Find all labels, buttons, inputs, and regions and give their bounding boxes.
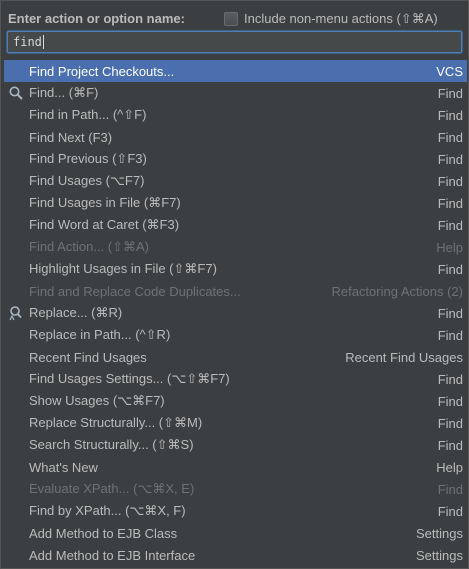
action-list-item[interactable]: Find and Replace Code Duplicates... Refac… — [4, 280, 467, 302]
action-name: Find Project Checkouts... — [29, 63, 175, 79]
action-group: Find — [437, 393, 463, 409]
action-name: Add Method to EJB Class — [29, 525, 178, 541]
action-group: VCS — [436, 63, 463, 79]
action-list-item[interactable]: Find... (⌘F) Find — [4, 82, 467, 104]
action-list-item[interactable]: Find by XPath... (⌥⌘X, F) Find — [4, 500, 467, 522]
action-list-item[interactable]: Find Previous (⇧F3) Find — [4, 148, 467, 170]
action-list-item[interactable]: Evaluate XPath... (⌥⌘X, E) Find — [4, 478, 467, 500]
action-group: Help — [436, 239, 463, 255]
search-input-value: find — [13, 35, 42, 49]
action-group: Help — [436, 459, 463, 475]
action-list-item[interactable]: Recent Find Usages Recent Find Usages — [4, 346, 467, 368]
action-name: Find Usages in File (⌘F7) — [29, 195, 181, 210]
include-non-menu-toggle[interactable]: Include non-menu actions (⇧⌘A) — [224, 11, 438, 27]
action-group: Find — [437, 503, 463, 519]
action-list-item[interactable]: Replace... (⌘R) Find — [4, 302, 467, 324]
action-group: Recent Find Usages — [345, 349, 463, 365]
action-list-item[interactable]: Find Next (F3) Find — [4, 126, 467, 148]
action-group: Find — [437, 261, 463, 277]
action-group: Settings — [416, 525, 463, 541]
popup-title: Enter action or option name: — [8, 11, 185, 26]
action-name: Recent Find Usages — [29, 349, 147, 365]
action-group: Find — [437, 437, 463, 453]
include-non-menu-label[interactable]: Include non-menu actions (⇧⌘A) — [244, 11, 438, 27]
action-name: Replace Structurally... (⇧⌘M) — [29, 415, 203, 430]
action-name: Find... (⌘F) — [29, 85, 99, 100]
text-caret — [42, 35, 44, 49]
action-list-item[interactable]: Search Structurally... (⇧⌘S) Find — [4, 434, 467, 456]
action-group: Find — [437, 415, 463, 431]
action-name: Find Previous (⇧F3) — [29, 151, 147, 166]
include-non-menu-checkbox[interactable] — [224, 12, 238, 26]
action-name: Find Next (F3) — [29, 129, 113, 145]
action-list-item[interactable]: Find in Path... (^⇧F) Find — [4, 104, 467, 126]
action-name: Search Structurally... (⇧⌘S) — [29, 437, 194, 452]
action-group: Find — [437, 85, 463, 101]
goto-action-popup: Enter action or option name: Include non… — [0, 0, 469, 569]
action-group: Find — [437, 129, 463, 145]
action-group: Find — [437, 107, 463, 123]
action-name: Replace in Path... (^⇧R) — [29, 327, 171, 342]
action-list-item[interactable]: Find Word at Caret (⌘F3) Find — [4, 214, 467, 236]
action-group: Find — [437, 195, 463, 211]
action-list-item[interactable]: Add Method to EJB Class Settings — [4, 522, 467, 544]
action-name: Evaluate XPath... (⌥⌘X, E) — [29, 481, 195, 496]
action-name: Find Word at Caret (⌘F3) — [29, 217, 180, 232]
action-group: Find — [437, 151, 463, 167]
action-group: Find — [437, 305, 463, 321]
action-list-item[interactable]: Add Method to EJB Interface Settings — [4, 544, 467, 566]
action-group: Refactoring Actions (2) — [331, 283, 463, 299]
action-list-item[interactable]: Highlight Usages in File (⇧⌘F7) Find — [4, 258, 467, 280]
action-name: Find Usages (⌥F7) — [29, 173, 145, 188]
action-name: What's New — [29, 459, 98, 475]
action-list-item[interactable]: Find Project Checkouts... VCS — [4, 60, 467, 82]
popup-header: Enter action or option name: Include non… — [1, 1, 468, 57]
action-group: Find — [437, 173, 463, 189]
action-name: Find by XPath... (⌥⌘X, F) — [29, 503, 186, 518]
action-name: Replace... (⌘R) — [29, 305, 123, 320]
action-name: Add Method to EJB Interface — [29, 547, 196, 563]
action-group: Find — [437, 327, 463, 343]
action-list[interactable]: Find Project Checkouts... VCS Find... (⌘F)… — [4, 60, 467, 566]
action-list-item[interactable]: Replace Structurally... (⇧⌘M) Find — [4, 412, 467, 434]
action-group: Find — [437, 481, 463, 497]
action-name: Find Usages Settings... (⌥⇧⌘F7) — [29, 371, 230, 386]
replace-icon — [8, 305, 24, 321]
action-name: Find in Path... (^⇧F) — [29, 107, 147, 122]
action-search-input[interactable]: find — [7, 31, 462, 53]
search-icon — [8, 85, 24, 101]
action-list-item[interactable]: Show Usages (⌥⌘F7) Find — [4, 390, 467, 412]
action-name: Highlight Usages in File (⇧⌘F7) — [29, 261, 217, 276]
action-group: Find — [437, 371, 463, 387]
action-group: Settings — [416, 547, 463, 563]
action-name: Show Usages (⌥⌘F7) — [29, 393, 165, 408]
action-list-item[interactable]: Find Usages (⌥F7) Find — [4, 170, 467, 192]
action-list-item[interactable]: What's New Help — [4, 456, 467, 478]
action-list-item[interactable]: Replace in Path... (^⇧R) Find — [4, 324, 467, 346]
action-name: Find Action... (⇧⌘A) — [29, 239, 149, 254]
action-name: Find and Replace Code Duplicates... — [29, 283, 241, 299]
action-list-item[interactable]: Find Action... (⇧⌘A) Help — [4, 236, 467, 258]
action-group: Find — [437, 217, 463, 233]
action-list-item[interactable]: Find Usages in File (⌘F7) Find — [4, 192, 467, 214]
action-list-item[interactable]: Find Usages Settings... (⌥⇧⌘F7) Find — [4, 368, 467, 390]
